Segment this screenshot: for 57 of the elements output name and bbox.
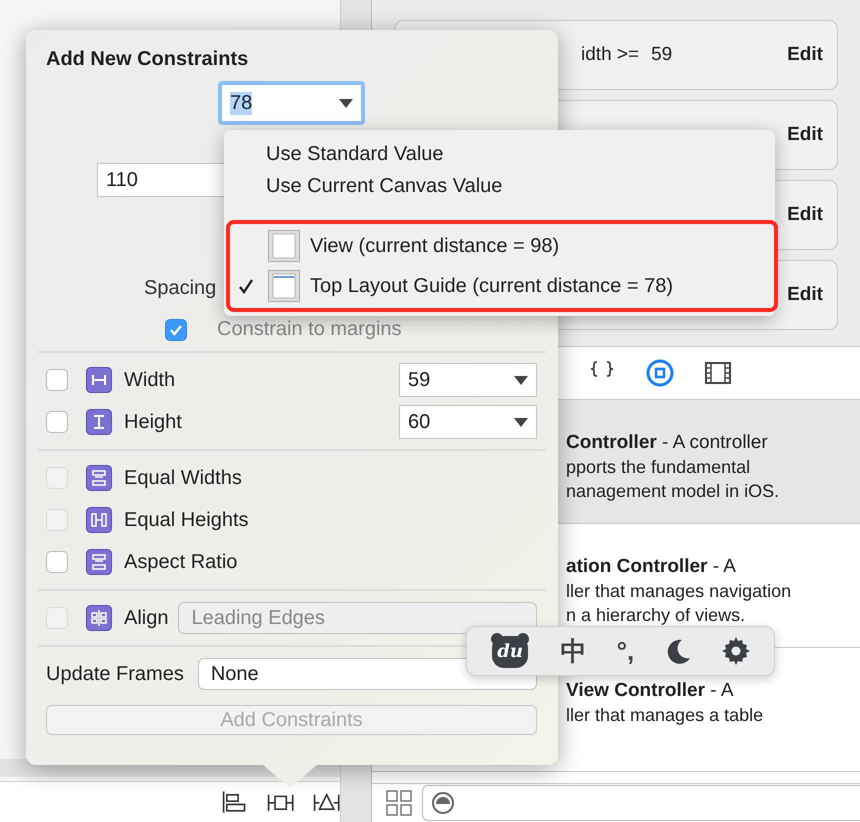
height-constraint-icon <box>86 409 112 435</box>
constraint-label: Equal Heights <box>124 508 249 532</box>
menu-item-label: Top Layout Guide (current distance = 78) <box>310 274 673 298</box>
checkbox[interactable] <box>46 369 68 391</box>
filter-icon <box>431 791 455 815</box>
constraint-label: Height <box>124 410 182 434</box>
constraint-label: Aspect Ratio <box>124 550 238 574</box>
spacing-label: Spacing <box>144 277 216 300</box>
menu-item[interactable]: View (current distance = 98) <box>230 226 774 266</box>
popover-title: Add New Constraints <box>46 48 250 71</box>
library-item-description: ller that manages a table <box>566 704 764 727</box>
edit-button[interactable]: Edit <box>787 204 823 226</box>
library-item-description: nanagement model in iOS. <box>566 480 780 503</box>
dropdown-caret-icon <box>514 418 528 426</box>
checkbox[interactable] <box>46 411 68 433</box>
checkbox[interactable] <box>165 318 187 340</box>
library-item-title: ation Controller - A <box>566 555 737 579</box>
dropdown-caret-icon <box>339 98 353 108</box>
constant-field[interactable]: 59 <box>399 363 537 397</box>
top-spacing-field[interactable]: 78 <box>218 81 365 125</box>
library-item-description: pports the fundamental <box>566 456 752 479</box>
object-library-tab-icon[interactable] <box>645 358 675 388</box>
popover-pointer <box>262 764 318 788</box>
update-frames-label: Update Frames <box>46 662 184 686</box>
library-item-description: ller that manages navigation <box>566 580 792 603</box>
view-icon <box>268 230 300 262</box>
width-constraint-icon <box>86 367 112 393</box>
menu-item-label: View (current distance = 98) <box>310 234 560 258</box>
grid-icon[interactable] <box>386 790 412 816</box>
constant-field[interactable]: 60 <box>399 405 537 439</box>
library-item-title: Controller - A controller <box>566 431 769 455</box>
constraint-value: 59 <box>651 44 672 66</box>
menu-item-label: Use Current Canvas Value <box>266 174 502 198</box>
dropdown-caret-icon <box>514 376 528 384</box>
moon-icon[interactable] <box>664 638 691 664</box>
edit-button[interactable]: Edit <box>787 284 823 306</box>
settings-icon[interactable] <box>720 636 751 666</box>
top-guide-icon <box>268 270 300 302</box>
checkmark-icon <box>238 278 254 294</box>
menu-item[interactable]: Top Layout Guide (current distance = 78) <box>230 266 774 306</box>
checkmark-icon <box>169 322 183 336</box>
menu-item-label: Use Standard Value <box>266 142 444 166</box>
constraint-text: idth >= <box>581 44 640 66</box>
checkbox[interactable] <box>46 551 68 573</box>
equal-heights-constraint-icon <box>86 507 112 533</box>
align-constraint-icon <box>86 605 112 631</box>
equal-widths-constraint-icon <box>86 465 112 491</box>
library-item-title: View Controller - A <box>566 679 735 703</box>
edit-button[interactable]: Edit <box>787 124 823 146</box>
library-item-description: n a hierarchy of views. <box>566 604 746 627</box>
filter-field[interactable] <box>422 785 860 821</box>
constraint-label: Width <box>124 368 176 392</box>
margins-label: Constrain to margins <box>217 318 402 341</box>
edit-button[interactable]: Edit <box>787 44 823 66</box>
align-label: Align <box>124 606 168 630</box>
aspect-ratio-constraint-icon <box>86 549 112 575</box>
constraint-label: Equal Widths <box>124 466 242 490</box>
